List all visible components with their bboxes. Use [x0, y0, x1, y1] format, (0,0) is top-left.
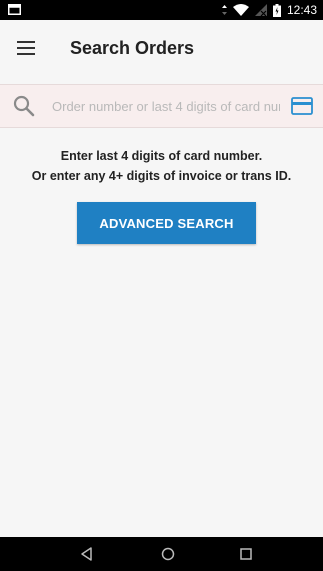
- credit-card-icon[interactable]: [291, 97, 313, 115]
- recents-icon[interactable]: [237, 545, 255, 563]
- back-icon[interactable]: [78, 545, 96, 563]
- home-icon[interactable]: [159, 545, 177, 563]
- help-line-2: Or enter any 4+ digits of invoice or tra…: [31, 169, 292, 183]
- search-input[interactable]: [52, 91, 280, 121]
- data-arrows-icon: [221, 5, 227, 15]
- app-bar: Search Orders: [0, 20, 323, 76]
- page-title: Search Orders: [70, 38, 195, 58]
- help-line-1: Enter last 4 digits of card number.: [60, 149, 263, 163]
- status-time: 12:43: [286, 3, 317, 17]
- navigation-bar: [0, 537, 323, 571]
- search-icon[interactable]: [12, 94, 36, 118]
- no-signal-icon: [254, 4, 267, 16]
- battery-icon: [272, 3, 281, 17]
- advanced-search-button[interactable]: ADVANCED SEARCH: [77, 202, 256, 244]
- hamburger-menu-icon[interactable]: [14, 36, 38, 60]
- status-bar: 12:43: [0, 0, 323, 20]
- wifi-icon: [232, 4, 249, 16]
- notification-icon: [8, 4, 21, 15]
- search-bar: [0, 84, 323, 128]
- search-help-text: Enter last 4 digits of card number. Or e…: [0, 146, 323, 186]
